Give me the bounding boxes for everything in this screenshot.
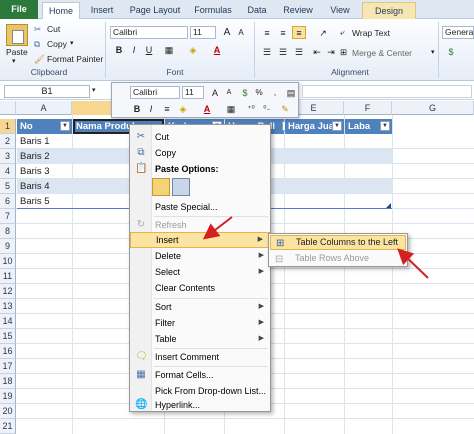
annotation-arrow-insert (202, 216, 233, 240)
annotation-arrows (202, 216, 429, 279)
annotation-arrow-columns-left (397, 248, 429, 279)
